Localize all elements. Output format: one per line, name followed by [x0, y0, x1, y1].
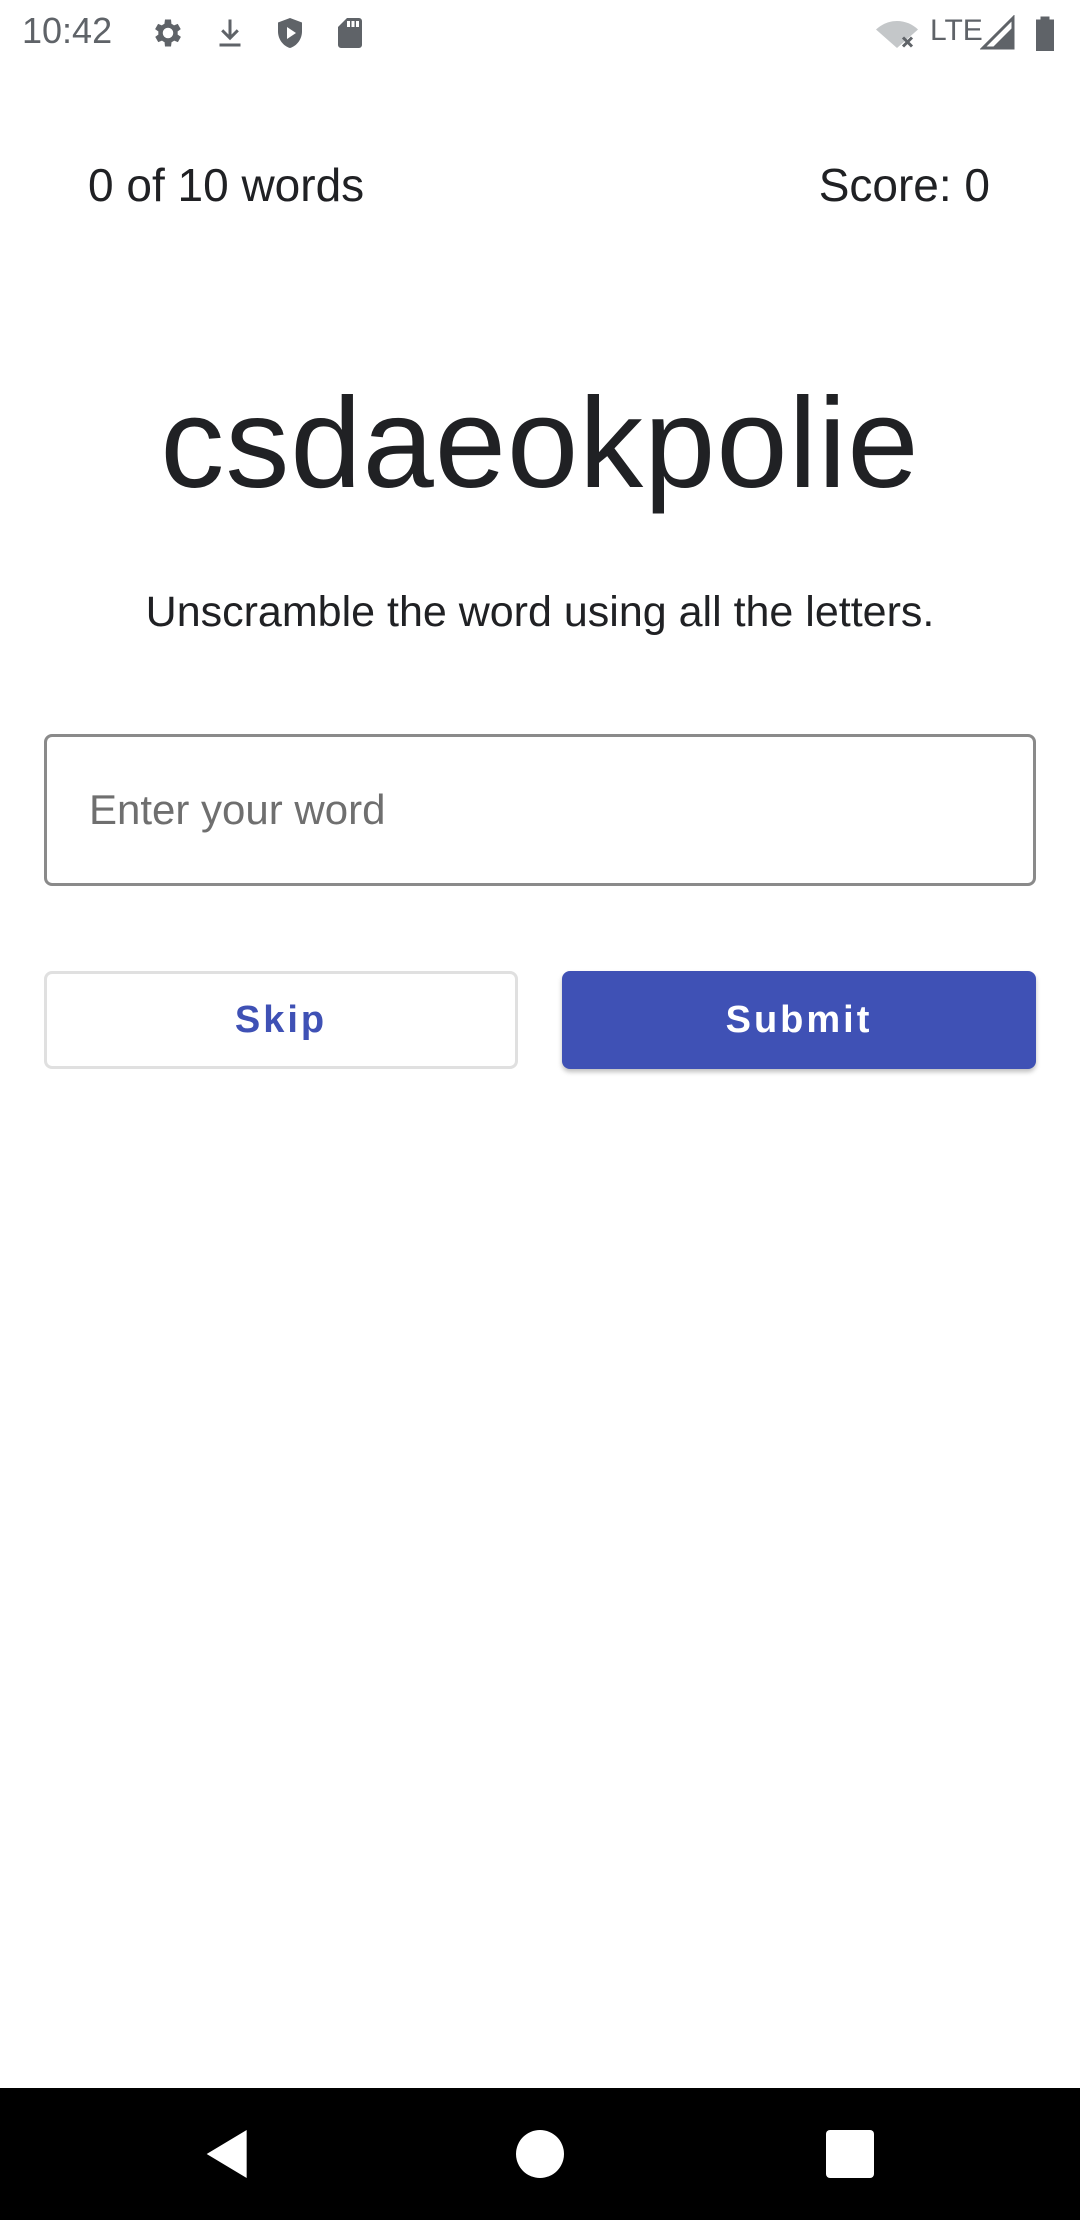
settings-icon [150, 15, 186, 51]
shield-play-icon [272, 15, 308, 51]
score: Score: 0 [818, 159, 990, 211]
submit-button[interactable]: Submit [562, 971, 1036, 1069]
recents-icon[interactable] [818, 2122, 882, 2186]
navigation-bar [0, 2088, 1080, 2220]
wifi-off-icon [876, 15, 918, 51]
download-icon [212, 15, 248, 51]
word-progress: 0 of 10 words [88, 159, 365, 211]
scrambled-word: csdaeokpolie [160, 372, 920, 515]
home-icon[interactable] [508, 2122, 572, 2186]
app-screen: 10:42 LTE 0 of 10 words Score: 0 csdaeok… [0, 0, 1080, 2220]
status-time: 10:42 [22, 10, 113, 51]
battery-icon [1030, 15, 1060, 51]
sd-card-icon [332, 15, 368, 51]
instructions: Unscramble the word using all the letter… [145, 588, 935, 636]
back-icon[interactable] [196, 2122, 260, 2186]
status-bar: 10:42 LTE [0, 0, 1080, 66]
signal-icon [980, 15, 1016, 51]
skip-button[interactable]: Skip [44, 971, 518, 1069]
status-network: LTE [930, 14, 983, 47]
word-input[interactable] [44, 734, 1036, 886]
